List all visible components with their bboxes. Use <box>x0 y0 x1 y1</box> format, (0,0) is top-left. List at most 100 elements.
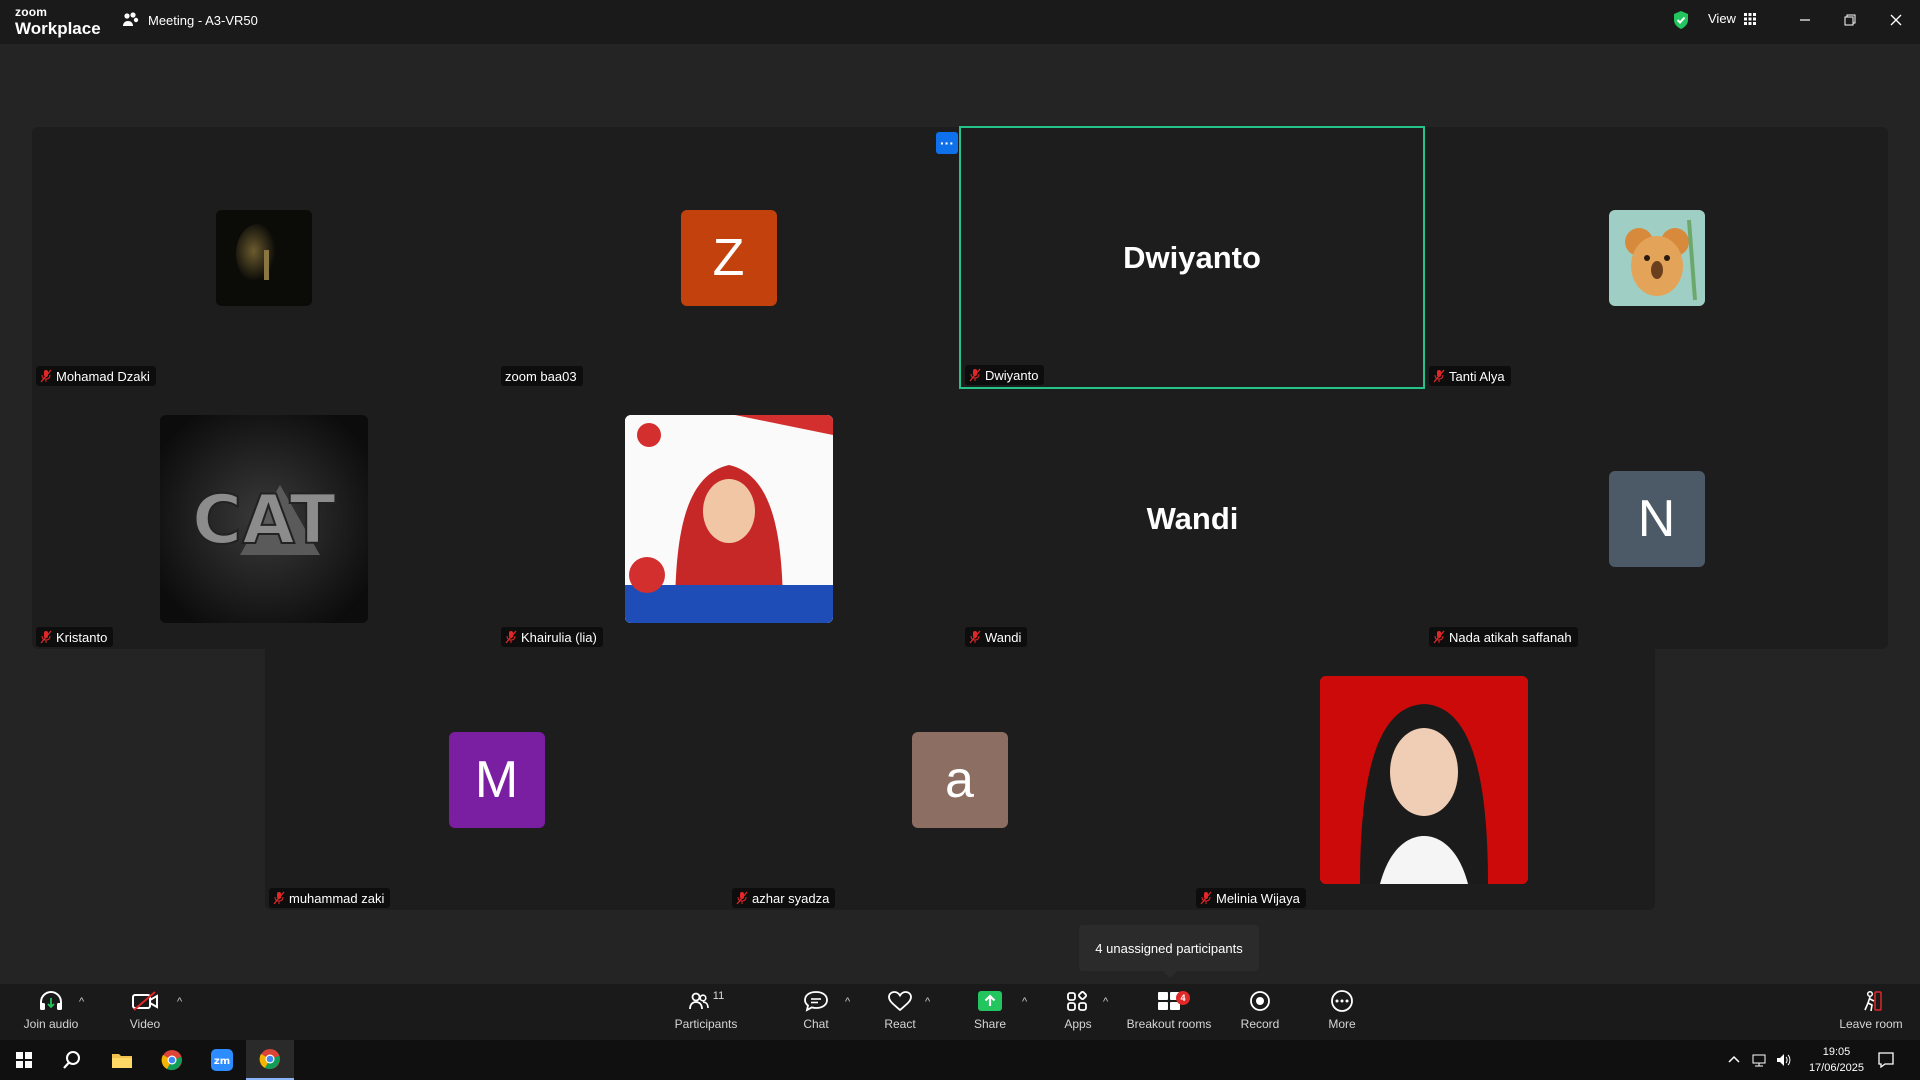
chat-options-chevron-icon[interactable]: ^ <box>845 996 850 1008</box>
chrome-active-button[interactable] <box>246 1040 294 1080</box>
breakout-rooms-label: Breakout rooms <box>1126 1017 1212 1031</box>
mic-muted-icon <box>736 891 748 905</box>
video-tile[interactable]: Mohamad Dzaki <box>32 127 495 388</box>
system-clock[interactable]: 19:05 17/06/2025 <box>1809 1044 1864 1076</box>
video-button[interactable]: Video <box>120 990 170 1038</box>
participant-big-name: Dwiyanto <box>1123 239 1261 275</box>
share-label: Share <box>973 1017 1007 1031</box>
grid-view-icon <box>1743 12 1756 25</box>
koala-image <box>1608 209 1705 306</box>
participant-name: Tanti Alya <box>1449 368 1505 384</box>
react-options-chevron-icon[interactable]: ^ <box>925 996 930 1008</box>
participant-name: Kristanto <box>56 629 108 645</box>
avatar-photo-koala <box>1608 209 1705 306</box>
svg-text:zm: zm <box>214 1056 230 1067</box>
chrome-button[interactable] <box>148 1040 196 1080</box>
participant-name: Melinia Wijaya <box>1216 890 1300 906</box>
file-explorer-button[interactable] <box>98 1040 146 1080</box>
tray-chevron-up-icon[interactable] <box>1728 1054 1740 1064</box>
mic-muted-icon <box>969 630 981 644</box>
record-button[interactable]: Record <box>1238 990 1282 1038</box>
join-audio-label: Join audio <box>23 1017 79 1031</box>
share-button[interactable]: Share <box>967 990 1013 1038</box>
mic-muted-icon <box>40 369 52 383</box>
dark-face-image <box>215 209 312 306</box>
chrome-icon <box>259 1049 280 1070</box>
mic-muted-icon <box>969 368 981 382</box>
start-button[interactable] <box>0 1040 48 1080</box>
participant-big-name: Wandi <box>1146 500 1239 536</box>
participant-name-tag: Tanti Alya <box>1429 366 1511 386</box>
video-tile[interactable]: a azhar syadza <box>728 649 1191 910</box>
restore-button[interactable] <box>1838 8 1862 32</box>
participant-name-tag: Dwiyanto <box>965 365 1045 385</box>
video-tile[interactable]: M muhammad zaki <box>265 649 728 910</box>
search-button[interactable] <box>48 1040 96 1080</box>
video-options-chevron-icon[interactable]: ^ <box>177 996 182 1008</box>
video-tile[interactable]: CAT Kristanto <box>32 388 495 649</box>
video-tile-active-speaker[interactable]: Dwiyanto Dwiyanto <box>959 126 1425 389</box>
network-icon[interactable] <box>1751 1052 1767 1068</box>
meeting-title: Meeting - A3-VR50 <box>122 12 258 28</box>
mic-muted-icon <box>273 891 285 905</box>
close-button[interactable] <box>1884 8 1908 32</box>
audio-options-chevron-icon[interactable]: ^ <box>79 996 84 1008</box>
participant-name: muhammad zaki <box>289 890 385 906</box>
apps-options-chevron-icon[interactable]: ^ <box>1103 996 1108 1008</box>
notifications-icon[interactable] <box>1877 1051 1895 1069</box>
participant-name: zoom baa03 <box>505 368 577 384</box>
cat-logo-text: CAT <box>192 481 336 560</box>
view-button[interactable]: View <box>1708 11 1756 26</box>
meeting-title-text: Meeting - A3-VR50 <box>148 12 258 28</box>
participant-name: Mohamad Dzaki <box>56 368 150 384</box>
video-tile[interactable]: Khairulia (lia) <box>497 388 960 649</box>
chat-button[interactable]: Chat <box>796 990 836 1038</box>
video-tile[interactable]: N Nada atikah saffanah <box>1425 388 1888 649</box>
video-label: Video <box>129 1017 161 1031</box>
chat-icon <box>804 991 828 1012</box>
folder-icon <box>112 1054 132 1068</box>
avatar-letter: M <box>448 731 545 828</box>
cat-logo-image: CAT <box>159 414 368 623</box>
volume-icon[interactable] <box>1775 1052 1791 1068</box>
apps-button[interactable]: Apps <box>1058 990 1098 1038</box>
zoom-app-button[interactable]: zm <box>198 1040 246 1080</box>
participant-name-tag: zoom baa03 <box>501 366 583 386</box>
video-tile[interactable]: Z zoom baa03 <box>497 127 960 388</box>
mic-muted-icon <box>40 630 52 644</box>
share-options-chevron-icon[interactable]: ^ <box>1022 996 1027 1008</box>
participants-button[interactable]: 11 Participants <box>672 990 740 1038</box>
headphones-icon <box>40 990 62 1010</box>
zoom-app-icon: zm <box>211 1049 233 1071</box>
minimize-button[interactable] <box>1793 8 1817 32</box>
tile-more-options-button[interactable]: ··· <box>936 132 958 154</box>
close-icon <box>1890 14 1902 26</box>
clock-date: 17/06/2025 <box>1808 1062 1864 1074</box>
avatar-photo-red-bg <box>1319 675 1528 884</box>
participant-name-tag: muhammad zaki <box>269 888 391 908</box>
encryption-shield-icon[interactable] <box>1672 10 1690 30</box>
meeting-toolbar: Join audio ^ Video ^ 11 Participants Cha… <box>0 984 1920 1040</box>
windows-taskbar: zm 19:05 17/06/2025 <box>0 1040 1920 1080</box>
more-button[interactable]: More <box>1322 990 1362 1038</box>
leave-room-button[interactable]: Leave room <box>1838 990 1904 1038</box>
breakout-rooms-button[interactable]: Breakout rooms <box>1125 990 1213 1038</box>
chat-label: Chat <box>803 1017 829 1031</box>
breakout-badge: 4 <box>1176 991 1190 1005</box>
mic-muted-icon <box>1200 891 1212 905</box>
video-tile[interactable]: Melinia Wijaya <box>1192 649 1655 910</box>
participants-count: 11 <box>712 990 725 1002</box>
search-icon <box>63 1051 80 1069</box>
mic-muted-icon <box>1433 630 1445 644</box>
windows-logo-icon <box>16 1052 32 1068</box>
record-icon <box>1250 991 1270 1011</box>
video-tile[interactable]: Tanti Alya <box>1425 127 1888 388</box>
logo-line-1: zoom <box>15 5 48 19</box>
minimize-icon <box>1800 19 1810 21</box>
avatar-letter: N <box>1608 470 1705 567</box>
chrome-icon <box>161 1050 182 1071</box>
participant-name: azhar syadza <box>752 890 830 906</box>
join-audio-button[interactable]: Join audio <box>18 990 84 1038</box>
video-tile[interactable]: Wandi Wandi <box>961 388 1424 649</box>
react-button[interactable]: React <box>880 990 920 1038</box>
